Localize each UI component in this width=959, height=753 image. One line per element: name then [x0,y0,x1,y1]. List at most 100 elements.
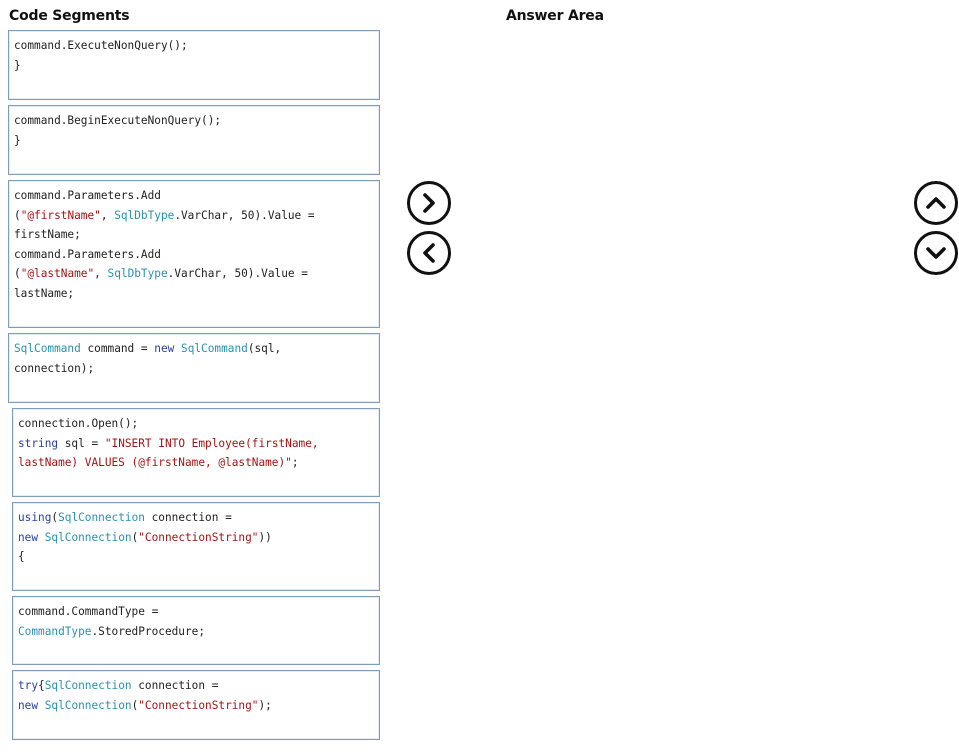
code-line: ("@firstName", SqlDbType.VarChar, 50).Va… [14,206,374,226]
code-token: .StoredProcedure; [91,624,206,638]
code-segments-heading: Code Segments [9,8,130,24]
code-segment-text: SqlCommand command = new SqlCommand(sql,… [14,339,374,378]
code-line: command.BeginExecuteNonQuery(); [14,111,374,131]
code-token: firstName; [14,228,81,241]
answer-area-heading: Answer Area [506,8,604,24]
code-line: new SqlConnection("ConnectionString"); [18,696,374,716]
code-segment-2[interactable]: command.BeginExecuteNonQuery();} [8,105,380,175]
code-token: , [100,208,115,222]
code-line: firstName; [14,225,374,245]
code-line: command.ExecuteNonQuery(); [14,36,374,56]
code-token: ( [14,267,21,280]
code-token: } [14,58,21,72]
code-line: command.CommandType = [18,602,374,622]
code-segment-text: try{SqlConnection connection = new SqlCon… [18,676,374,715]
code-segment-8[interactable]: try{SqlConnection connection = new SqlCon… [12,670,380,740]
code-token: command.BeginExecuteNonQuery(); [14,114,222,127]
code-token: command.CommandType = [18,605,159,618]
chevron-up-icon [926,197,946,209]
code-segment-text: using(SqlConnection connection = new SqlC… [18,508,374,567]
code-segment-7[interactable]: command.CommandType = CommandType.StoredP… [12,596,380,665]
code-token: SqlConnection [44,530,132,544]
code-segment-text: command.Parameters.Add ("@firstName", Sql… [14,186,374,303]
code-token: "ConnectionString" [138,530,259,544]
code-token: SqlConnection [44,698,132,712]
code-token: try [18,679,39,692]
code-token: command = [80,342,155,355]
code-line: try{SqlConnection connection = [18,676,374,696]
code-token: SqlDbType [114,208,175,222]
code-token: { [18,550,25,563]
code-token: string [18,436,59,450]
code-line: connection.Open(); [18,414,374,434]
chevron-right-icon [423,193,435,213]
code-segment-6[interactable]: using(SqlConnection connection = new SqlC… [12,502,380,591]
code-token: CommandType [18,624,92,638]
code-line: using(SqlConnection connection = [18,508,374,528]
code-line: command.Parameters.Add [14,186,374,206]
code-line: CommandType.StoredProcedure; [18,622,374,642]
code-token: command.ExecuteNonQuery(); [14,39,188,52]
code-line: string sql = "INSERT INTO Employee(first… [18,434,374,454]
move-up-button[interactable] [914,181,958,225]
code-token: { [38,679,45,692]
code-line: lastName; [14,284,374,304]
code-token: SqlCommand [181,342,248,355]
code-line: ("@lastName", SqlDbType.VarChar, 50).Val… [14,264,374,284]
code-line: { [18,547,374,567]
code-segment-3[interactable]: command.Parameters.Add ("@firstName", Sql… [8,180,380,328]
code-token: lastName; [14,286,75,300]
code-segment-4[interactable]: SqlCommand command = new SqlCommand(sql,… [8,333,380,403]
code-token: SqlConnection [58,511,145,524]
code-token: } [14,133,21,147]
code-segment-text: command.ExecuteNonQuery();} [14,36,374,75]
code-line: connection); [14,359,374,379]
code-token: "@firstName" [20,208,101,222]
code-token: (sql, [247,342,282,355]
code-token: new [18,530,39,544]
code-token: , [94,267,108,280]
code-token: "INSERT INTO Employee(firstName, [104,436,319,450]
code-token: lastName) VALUES (@firstName, @lastName)… [18,456,292,469]
code-token: "ConnectionString" [138,698,259,712]
code-token: using [18,511,52,524]
code-token: ); [258,698,272,712]
code-token: ; [291,456,299,469]
code-token: SqlConnection [44,679,132,692]
code-segment-1[interactable]: command.ExecuteNonQuery();} [8,30,380,100]
chevron-down-icon [926,247,946,259]
code-line: new SqlConnection("ConnectionString")) [18,528,374,548]
code-token: command.Parameters.Add [14,247,161,261]
code-token: .VarChar, 50).Value = [167,267,308,280]
code-line: SqlCommand command = new SqlCommand(sql, [14,339,374,359]
code-token: "@lastName" [20,267,95,280]
move-left-button[interactable] [407,231,451,275]
code-line: command.Parameters.Add [14,245,374,265]
code-token: )) [258,530,272,544]
code-segment-text: command.BeginExecuteNonQuery();} [14,111,374,150]
code-segment-text: command.CommandType = CommandType.StoredP… [18,602,374,641]
code-token: command.Parameters.Add [14,189,161,202]
code-line: } [14,56,374,76]
code-token: SqlCommand [14,342,81,355]
code-token: connection); [14,361,95,375]
code-token: SqlDbType [107,267,168,280]
code-line: lastName) VALUES (@firstName, @lastName)… [18,453,374,473]
code-token: .VarChar, 50).Value = [174,208,315,222]
move-right-button[interactable] [407,181,451,225]
code-segment-5[interactable]: connection.Open(); string sql = "INSERT I… [12,408,380,497]
move-down-button[interactable] [914,231,958,275]
code-token: sql = [58,436,105,450]
chevron-left-icon [423,243,435,263]
code-token: connection = [144,511,232,524]
code-token: connection.Open(); [18,417,139,430]
code-token: connection = [131,679,219,692]
code-line: } [14,131,374,151]
code-token: ( [14,208,21,222]
code-segment-text: connection.Open(); string sql = "INSERT I… [18,414,374,473]
code-token: new [154,342,175,355]
code-token: new [18,698,39,712]
